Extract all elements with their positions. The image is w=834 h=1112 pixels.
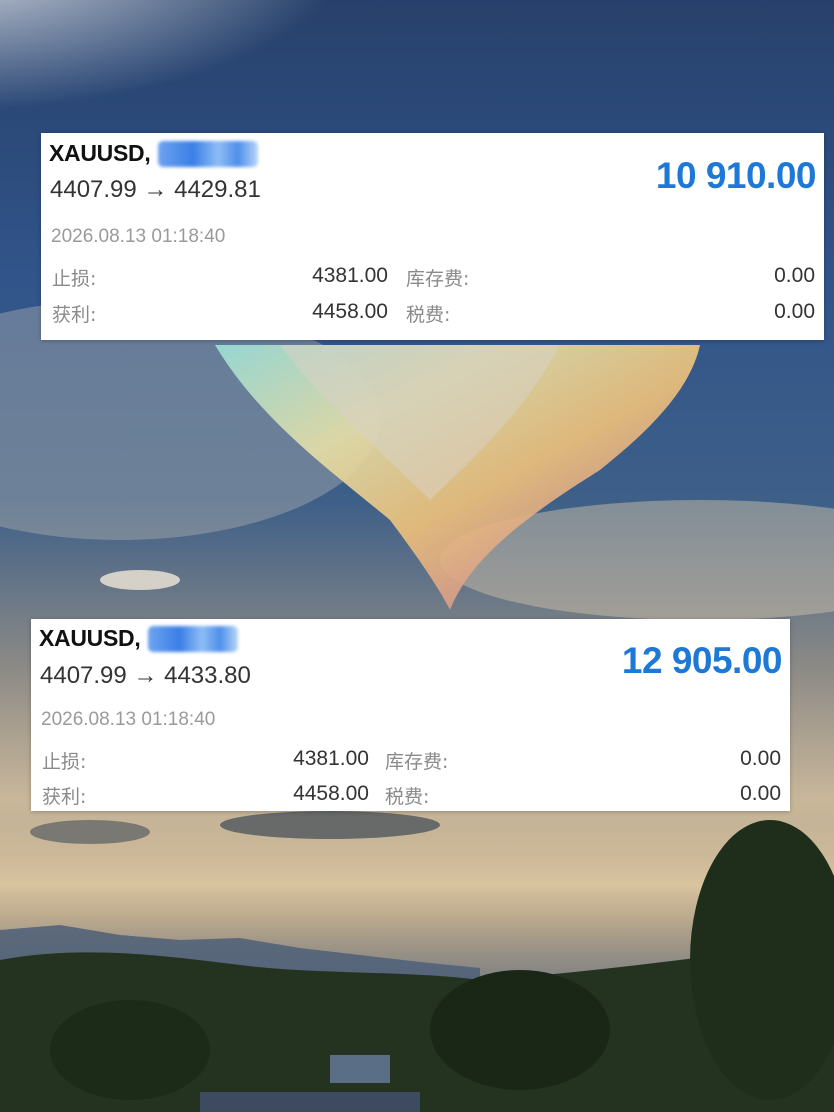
swap-value: 0.00 bbox=[774, 264, 815, 287]
take-profit-value: 4458.00 bbox=[293, 782, 369, 805]
tax-value: 0.00 bbox=[774, 300, 815, 323]
stop-loss-value: 4381.00 bbox=[312, 264, 388, 287]
stop-loss-value: 4381.00 bbox=[293, 747, 369, 770]
open-datetime: 2026.08.13 01:18:40 bbox=[41, 709, 216, 730]
redacted-account-id bbox=[158, 140, 259, 167]
stop-loss-label: 止损: bbox=[42, 751, 87, 773]
tax-label: 税费: bbox=[385, 786, 430, 808]
symbol-label: XAUUSD, bbox=[39, 625, 141, 651]
swap-label: 库存费: bbox=[385, 751, 449, 773]
tax-value: 0.00 bbox=[740, 782, 781, 805]
redacted-account-id bbox=[148, 625, 239, 652]
swap-label: 库存费: bbox=[406, 268, 470, 290]
take-profit-label: 获利: bbox=[42, 786, 87, 808]
profit-value: 12 905.00 bbox=[621, 640, 783, 681]
take-profit-value: 4458.00 bbox=[312, 300, 388, 323]
swap-value: 0.00 bbox=[740, 747, 781, 770]
symbol-label: XAUUSD, bbox=[49, 140, 151, 166]
price-route: 4407.99 → 4429.81 bbox=[50, 176, 261, 203]
profit-value: 10 910.00 bbox=[655, 155, 817, 196]
position-card-1[interactable]: XAUUSD, 4407.99 → 4429.81 10 910.00 2026… bbox=[41, 133, 824, 340]
symbol-row: XAUUSD, bbox=[39, 625, 239, 652]
price-route: 4407.99 → 4433.80 bbox=[40, 662, 251, 689]
symbol-row: XAUUSD, bbox=[49, 140, 259, 167]
stop-loss-label: 止损: bbox=[52, 268, 97, 290]
open-datetime: 2026.08.13 01:18:40 bbox=[51, 226, 226, 247]
position-card-2[interactable]: XAUUSD, 4407.99 → 4433.80 12 905.00 2026… bbox=[31, 619, 790, 811]
take-profit-label: 获利: bbox=[52, 304, 97, 326]
tax-label: 税费: bbox=[406, 304, 451, 326]
